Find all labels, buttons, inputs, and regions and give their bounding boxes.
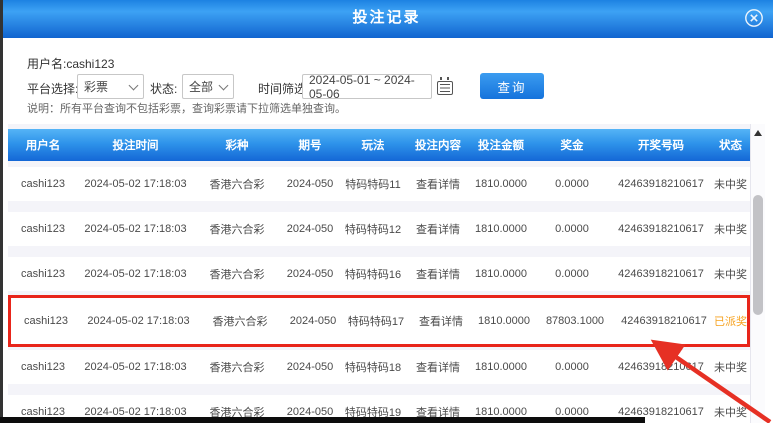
cell-play-method: 特码特码18 bbox=[339, 359, 407, 375]
column-header-issue: 期号 bbox=[281, 137, 339, 153]
cell-play-method: 特码特码17 bbox=[342, 313, 410, 329]
view-details-link[interactable]: 查看详情 bbox=[410, 313, 472, 329]
cell-issue-number: 2024-050 bbox=[284, 315, 342, 327]
status-label: 未中奖 bbox=[711, 359, 750, 375]
cell-play-method: 特码特码12 bbox=[339, 221, 407, 237]
scrollbar[interactable] bbox=[750, 124, 765, 423]
calendar-icon[interactable] bbox=[437, 81, 453, 95]
table-row: cashi123 2024-05-02 17:18:03 香港六合彩 2024-… bbox=[8, 395, 750, 429]
dialog-title: 投注记录 bbox=[0, 0, 773, 36]
scroll-up-icon[interactable] bbox=[754, 130, 762, 136]
column-header-play: 玩法 bbox=[339, 137, 407, 153]
cell-bet-amount: 1810.0000 bbox=[469, 178, 533, 190]
cell-username: cashi123 bbox=[8, 361, 78, 373]
chevron-down-icon bbox=[219, 80, 229, 90]
cell-play-method: 特码特码16 bbox=[339, 266, 407, 282]
column-header-draw-number: 开奖号码 bbox=[611, 137, 711, 153]
username-line: 用户名:cashi123 bbox=[27, 55, 114, 72]
column-header-amount: 投注金额 bbox=[469, 137, 533, 153]
cell-prize: 87803.1000 bbox=[536, 315, 614, 327]
cell-prize: 0.0000 bbox=[533, 268, 611, 280]
status-label: 未中奖 bbox=[711, 221, 750, 237]
table-content: 用户名 投注时间 彩种 期号 玩法 投注内容 投注金额 奖金 开奖号码 状态 c… bbox=[8, 124, 750, 423]
cell-bet-amount: 1810.0000 bbox=[469, 361, 533, 373]
status-select[interactable]: 全部 bbox=[182, 74, 234, 99]
cell-draw-numbers: 42463918210617 bbox=[611, 223, 711, 235]
platform-select-value: 彩票 bbox=[84, 78, 108, 95]
cell-draw-numbers: 42463918210617 bbox=[611, 361, 711, 373]
cell-draw-numbers: 42463918210617 bbox=[611, 268, 711, 280]
cell-issue-number: 2024-050 bbox=[281, 223, 339, 235]
cell-lottery-type: 香港六合彩 bbox=[193, 176, 281, 192]
cell-username: cashi123 bbox=[11, 315, 81, 327]
cell-play-method: 特码特码11 bbox=[339, 176, 407, 192]
table-row: cashi123 2024-05-02 17:18:03 香港六合彩 2024-… bbox=[8, 167, 750, 201]
date-range-value: 2024-05-01 ~ 2024-05-06 bbox=[309, 73, 425, 101]
platform-select-label: 平台选择: bbox=[27, 80, 78, 97]
records-table: 用户名 投注时间 彩种 期号 玩法 投注内容 投注金额 奖金 开奖号码 状态 c… bbox=[8, 124, 765, 423]
cell-username: cashi123 bbox=[8, 178, 78, 190]
cell-issue-number: 2024-050 bbox=[281, 361, 339, 373]
column-header-content: 投注内容 bbox=[407, 137, 469, 153]
cell-lottery-type: 香港六合彩 bbox=[193, 266, 281, 282]
cell-draw-numbers: 42463918210617 bbox=[614, 315, 714, 327]
cell-bet-time: 2024-05-02 17:18:03 bbox=[78, 268, 193, 280]
cell-issue-number: 2024-050 bbox=[281, 268, 339, 280]
left-edge-strip bbox=[0, 0, 3, 423]
cell-bet-time: 2024-05-02 17:18:03 bbox=[78, 223, 193, 235]
table-row: cashi123 2024-05-02 17:18:03 香港六合彩 2024-… bbox=[8, 350, 750, 384]
table-row: cashi123 2024-05-02 17:18:03 香港六合彩 2024-… bbox=[8, 212, 750, 246]
cell-prize: 0.0000 bbox=[533, 361, 611, 373]
table-row: cashi123 2024-05-02 17:18:03 香港六合彩 2024-… bbox=[8, 257, 750, 291]
table-header-row: 用户名 投注时间 彩种 期号 玩法 投注内容 投注金额 奖金 开奖号码 状态 bbox=[8, 129, 750, 161]
cell-bet-time: 2024-05-02 17:18:03 bbox=[78, 361, 193, 373]
column-header-username: 用户名 bbox=[8, 137, 78, 153]
cell-lottery-type: 香港六合彩 bbox=[193, 359, 281, 375]
cell-bet-time: 2024-05-02 17:18:03 bbox=[78, 178, 193, 190]
cell-issue-number: 2024-050 bbox=[281, 178, 339, 190]
view-details-link[interactable]: 查看详情 bbox=[407, 221, 469, 237]
cell-username: cashi123 bbox=[8, 268, 78, 280]
status-label: 已派奖 bbox=[714, 313, 747, 329]
query-button[interactable]: 查询 bbox=[480, 73, 544, 99]
cell-lottery-type: 香港六合彩 bbox=[193, 221, 281, 237]
scrollbar-thumb[interactable] bbox=[753, 195, 763, 315]
cell-lottery-type: 香港六合彩 bbox=[196, 313, 284, 329]
cell-bet-time: 2024-05-02 17:18:03 bbox=[81, 315, 196, 327]
status-label: 未中奖 bbox=[711, 404, 750, 420]
status-select-label: 状态: bbox=[150, 80, 177, 97]
note-text: 说明：所有平台查询不包括彩票，查询彩票请下拉筛选单独查询。 bbox=[27, 100, 346, 116]
cell-username: cashi123 bbox=[8, 223, 78, 235]
view-details-link[interactable]: 查看详情 bbox=[407, 266, 469, 282]
status-label: 未中奖 bbox=[711, 176, 750, 192]
platform-select[interactable]: 彩票 bbox=[77, 74, 144, 99]
column-header-bet-time: 投注时间 bbox=[78, 137, 193, 153]
view-details-link[interactable]: 查看详情 bbox=[407, 176, 469, 192]
column-header-prize: 奖金 bbox=[533, 137, 611, 153]
status-label: 未中奖 bbox=[711, 266, 750, 282]
column-header-status: 状态 bbox=[711, 137, 750, 153]
date-range-input[interactable]: 2024-05-01 ~ 2024-05-06 bbox=[302, 74, 432, 99]
close-icon[interactable] bbox=[744, 8, 764, 28]
table-row-highlighted: cashi123 2024-05-02 17:18:03 香港六合彩 2024-… bbox=[8, 295, 750, 347]
table-body: cashi123 2024-05-02 17:18:03 香港六合彩 2024-… bbox=[8, 167, 750, 429]
cell-bet-amount: 1810.0000 bbox=[469, 268, 533, 280]
status-select-value: 全部 bbox=[189, 78, 213, 95]
view-details-link[interactable]: 查看详情 bbox=[407, 359, 469, 375]
dialog-titlebar: 投注记录 bbox=[0, 0, 773, 38]
cell-bet-amount: 1810.0000 bbox=[469, 223, 533, 235]
cell-prize: 0.0000 bbox=[533, 223, 611, 235]
cell-bet-amount: 1810.0000 bbox=[472, 315, 536, 327]
column-header-lottery: 彩种 bbox=[193, 137, 281, 153]
cell-draw-numbers: 42463918210617 bbox=[611, 178, 711, 190]
bottom-black-bar bbox=[0, 417, 645, 423]
cell-prize: 0.0000 bbox=[533, 178, 611, 190]
chevron-down-icon bbox=[129, 80, 139, 90]
